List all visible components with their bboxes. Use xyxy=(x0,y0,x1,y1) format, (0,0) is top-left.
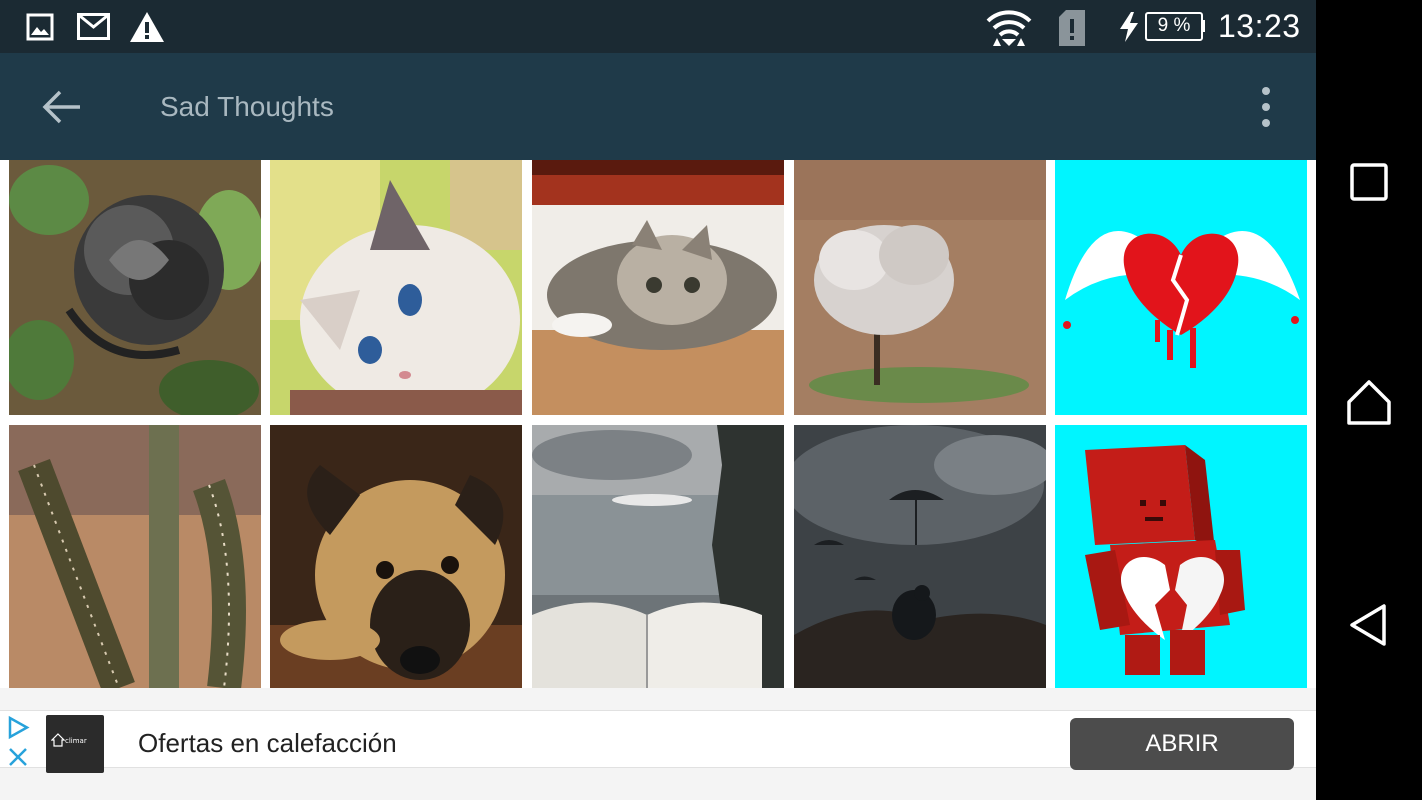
home-button[interactable] xyxy=(1344,378,1394,428)
status-time: 13:23 xyxy=(1218,8,1301,44)
battery-percent: 9 % xyxy=(1157,15,1191,36)
battery-indicator: 9 % xyxy=(1145,12,1203,41)
grid-tile-umbrellas[interactable] xyxy=(794,425,1046,688)
wifi-icon xyxy=(986,10,1032,46)
home-icon xyxy=(1347,380,1391,425)
ad-headline[interactable]: Ofertas en calefacción xyxy=(138,728,397,759)
grid-tile-lone-tree[interactable] xyxy=(794,160,1046,415)
back-triangle-icon xyxy=(1350,604,1386,646)
page-title: Sad Thoughts xyxy=(160,91,334,122)
grid-tile-tabby-kitten[interactable] xyxy=(532,160,784,415)
warning-icon xyxy=(130,12,164,42)
overflow-menu-button[interactable] xyxy=(1252,83,1280,131)
arrow-back-icon xyxy=(42,90,80,124)
grid-tile-sad-puppy[interactable] xyxy=(270,425,522,688)
system-nav-bar xyxy=(1316,0,1422,800)
battery-nub xyxy=(1201,20,1205,32)
wallpaper-grid xyxy=(0,160,1316,688)
more-vertical-icon xyxy=(1262,87,1270,127)
nav-back-button[interactable] xyxy=(1344,600,1394,650)
grid-tile-box-robot[interactable] xyxy=(1055,425,1307,688)
recents-icon xyxy=(1350,163,1388,201)
grid-tile-winged-heart[interactable] xyxy=(1055,160,1307,415)
status-bar: 9 % 13:23 xyxy=(0,0,1316,53)
adchoices-icon[interactable] xyxy=(6,715,32,767)
grid-tile-book-sea[interactable] xyxy=(532,425,784,688)
grid-tile-cactus[interactable] xyxy=(9,425,261,688)
charging-icon xyxy=(1120,12,1138,42)
recents-button[interactable] xyxy=(1344,157,1394,207)
back-button[interactable] xyxy=(38,83,86,131)
sim-alert-icon xyxy=(1059,10,1085,46)
grid-tile-black-rose[interactable] xyxy=(9,160,261,415)
advertiser-logo[interactable]: climar xyxy=(46,715,104,773)
house-logo-icon xyxy=(51,733,65,747)
grid-tile-white-kitten[interactable] xyxy=(270,160,522,415)
advertiser-logo-text: climar xyxy=(65,737,87,745)
ad-banner: climar Ofertas en calefacción ABRIR xyxy=(0,688,1316,800)
ad-open-button[interactable]: ABRIR xyxy=(1070,718,1294,770)
image-icon xyxy=(26,13,54,41)
gmail-icon xyxy=(77,13,110,40)
app-toolbar: Sad Thoughts xyxy=(0,53,1316,160)
